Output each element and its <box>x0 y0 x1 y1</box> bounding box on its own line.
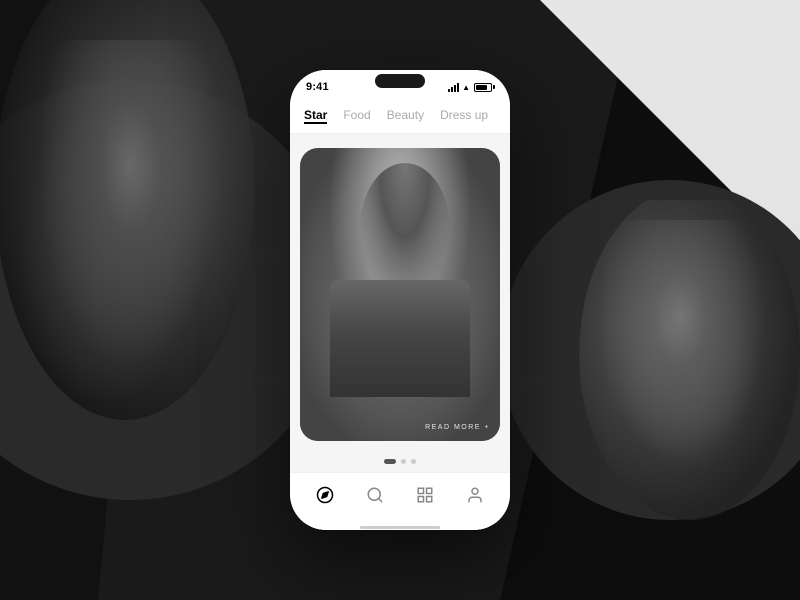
tab-food[interactable]: Food <box>343 108 370 124</box>
nav-explore[interactable] <box>305 475 345 515</box>
nav-search[interactable] <box>355 475 395 515</box>
status-icons: ▲ <box>448 83 492 92</box>
card-read-more[interactable]: READ MORE + <box>425 424 490 431</box>
status-time: 9:41 <box>306 81 329 93</box>
dot-2 <box>401 459 406 464</box>
bg-face-left-detail <box>20 40 240 400</box>
dot-3 <box>411 459 416 464</box>
search-icon <box>366 486 384 504</box>
nav-profile[interactable] <box>455 475 495 515</box>
compass-icon <box>316 486 334 504</box>
bottom-nav <box>290 472 510 524</box>
tab-beauty[interactable]: Beauty <box>387 108 424 124</box>
home-bar <box>360 526 440 529</box>
grid-icon <box>416 486 434 504</box>
signal-icon <box>448 83 459 92</box>
main-card[interactable]: READ MORE + <box>300 148 500 441</box>
card-hair-shape <box>360 163 450 295</box>
tab-star[interactable]: Star <box>304 108 327 124</box>
battery-icon <box>474 83 492 92</box>
phone-notch-inner <box>375 74 425 88</box>
wifi-icon: ▲ <box>462 83 470 92</box>
home-indicator <box>290 524 510 530</box>
person-icon <box>466 486 484 504</box>
dot-indicators <box>290 451 510 472</box>
card-jacket-shape <box>330 280 470 397</box>
tab-dressup[interactable]: Dress up <box>440 108 488 124</box>
phone-notch <box>360 70 440 92</box>
nav-grid[interactable] <box>405 475 445 515</box>
phone-wrapper: 9:41 ▲ Star Food Beauty Dress up <box>290 70 510 530</box>
card-image <box>300 148 500 441</box>
tab-navigation: Star Food Beauty Dress up <box>290 98 510 134</box>
phone-frame: 9:41 ▲ Star Food Beauty Dress up <box>290 70 510 530</box>
content-area: READ MORE + <box>290 134 510 451</box>
dot-1 <box>384 459 396 464</box>
bg-face-right-detail <box>580 220 790 500</box>
